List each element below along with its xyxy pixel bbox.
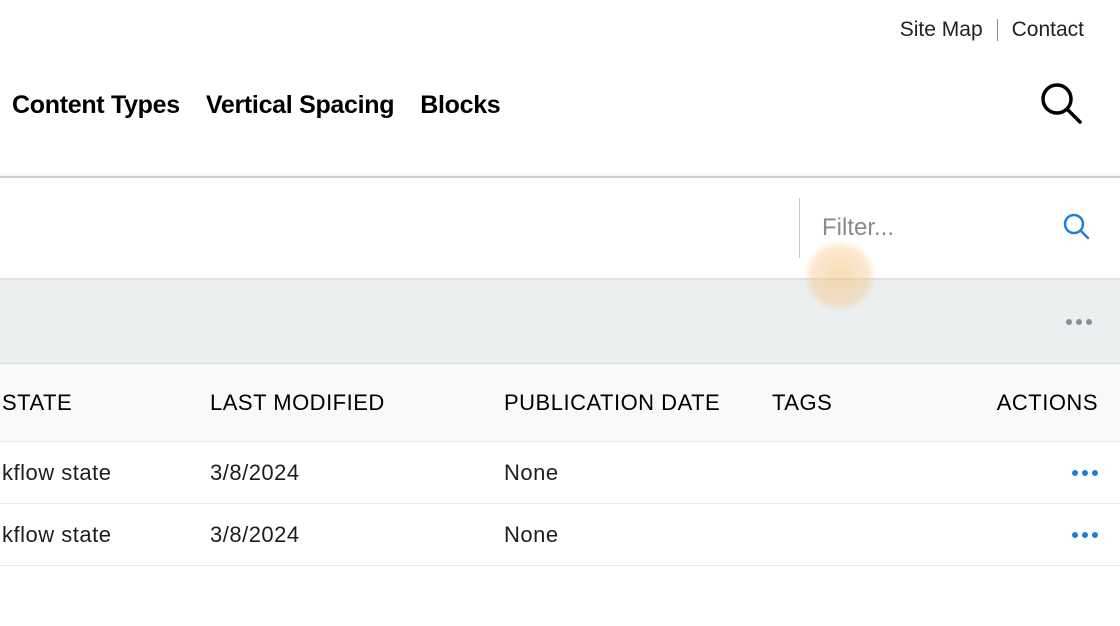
nav-tabs: Content Types Vertical Spacing Blocks — [12, 91, 500, 120]
table-header-row: STATE LAST MODIFIED PUBLICATION DATE TAG… — [0, 364, 1120, 442]
bulk-more-icon[interactable] — [1066, 319, 1092, 325]
cell-state: kflow state — [0, 460, 210, 486]
filter-row — [0, 178, 1120, 280]
col-header-actions: ACTIONS — [990, 390, 1120, 416]
filter-search-icon[interactable] — [1062, 212, 1090, 245]
filter-input-wrap — [800, 212, 1120, 245]
search-icon[interactable] — [1038, 80, 1084, 131]
tab-blocks[interactable]: Blocks — [420, 91, 500, 120]
col-header-tags[interactable]: TAGS — [772, 390, 990, 416]
cell-actions — [990, 470, 1120, 476]
tab-content-types[interactable]: Content Types — [12, 91, 180, 120]
row-more-icon[interactable] — [1072, 532, 1098, 538]
bulk-actions-bar — [0, 280, 1120, 364]
table-row[interactable]: kflow state 3/8/2024 None — [0, 504, 1120, 566]
cell-publication-date: None — [504, 522, 772, 548]
sitemap-link[interactable]: Site Map — [900, 18, 983, 42]
cell-state: kflow state — [0, 522, 210, 548]
contact-link[interactable]: Contact — [1012, 18, 1084, 42]
utility-bar: Site Map Contact — [0, 0, 1120, 42]
cell-actions — [990, 532, 1120, 538]
cell-publication-date: None — [504, 460, 772, 486]
utility-divider — [997, 19, 998, 41]
col-header-last-modified[interactable]: LAST MODIFIED — [210, 390, 504, 416]
col-header-state[interactable]: STATE — [0, 390, 210, 416]
row-more-icon[interactable] — [1072, 470, 1098, 476]
cell-last-modified: 3/8/2024 — [210, 522, 504, 548]
col-header-publication-date[interactable]: PUBLICATION DATE — [504, 390, 772, 416]
nav-row: Content Types Vertical Spacing Blocks — [0, 42, 1120, 131]
cell-last-modified: 3/8/2024 — [210, 460, 504, 486]
filter-input[interactable] — [822, 214, 1022, 242]
tab-vertical-spacing[interactable]: Vertical Spacing — [206, 91, 394, 120]
table-row[interactable]: kflow state 3/8/2024 None — [0, 442, 1120, 504]
